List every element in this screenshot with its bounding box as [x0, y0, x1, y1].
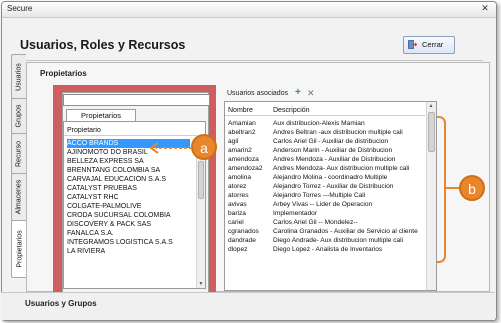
user-name: amendoza2 [228, 165, 263, 172]
user-description: Andres Mendoza- Aux distribucion multipl… [273, 165, 410, 172]
user-description: Implementador [273, 210, 317, 217]
header-divider [13, 60, 483, 61]
user-name: cgranados [228, 228, 259, 235]
scroll-thumb[interactable] [198, 161, 204, 199]
usuarios-asociados-title: Usuarios asociados [227, 90, 289, 97]
page-title: Usuarios, Roles y Recursos [20, 38, 186, 52]
window-close-icon[interactable]: ✕ [479, 3, 491, 14]
list-item[interactable]: CARVAJAL EDUCACIÓN S.A.S [67, 175, 190, 184]
add-user-icon[interactable]: + [295, 88, 301, 98]
window-title: Secure [7, 4, 33, 13]
user-name: amendoza [228, 156, 259, 163]
user-name: atorres [228, 192, 249, 199]
scroll-down-icon[interactable]: ▼ [198, 281, 204, 287]
close-button[interactable]: Cerrar [403, 36, 455, 54]
exit-door-icon [408, 40, 417, 49]
user-description: Carlos Ariel Gil -- Mondelez-- [273, 219, 358, 226]
usuarios-scrollbar[interactable]: ▲ [426, 102, 436, 290]
callout-connector [444, 187, 460, 189]
user-description: Diego Lopez - Analista de Inventarios [273, 246, 383, 253]
tab-almacenes[interactable]: Almacenes [11, 173, 26, 221]
user-description: Alejandro Torres ---Multiple Cali [273, 192, 366, 199]
user-name: abeltran2 [228, 129, 256, 136]
tab-usuarios[interactable]: Usuarios [11, 54, 26, 99]
list-item[interactable]: LA RIVIERA [67, 247, 190, 256]
list-item[interactable]: BRENNTANG COLOMBIA SA [67, 166, 190, 175]
list-item[interactable]: COLGATE-PALMOLIVE [67, 202, 190, 211]
user-name: dandrade [228, 237, 256, 244]
column-header-nombre: Nombre [228, 107, 253, 114]
tab-recurso[interactable]: Recurso [11, 133, 26, 174]
user-description: Andres Beltran -aux distribucion multipl… [273, 129, 403, 136]
user-description: Arbey Vivas -- Lider de Operacion [273, 201, 373, 208]
callout-bracket [437, 116, 446, 263]
title-bar: Secure ✕ [2, 2, 496, 18]
user-name: amarin2 [228, 147, 252, 154]
user-name: atorez [228, 183, 247, 190]
header-divider [225, 115, 425, 116]
usuarios-asociados-header: Usuarios asociados + ✕ [224, 88, 435, 99]
user-description: Aux distribucion-Alexis Mamian [273, 120, 365, 127]
remove-user-icon[interactable]: ✕ [307, 88, 315, 98]
section-title: Propietarios [40, 69, 87, 78]
scroll-thumb[interactable] [428, 112, 435, 152]
tab-grupos[interactable]: Grupos [11, 98, 26, 134]
list-item[interactable]: BELLEZA EXPRESS SA [67, 157, 190, 166]
propietario-search-input[interactable] [63, 94, 210, 106]
callout-b: b [459, 175, 485, 201]
user-description: Carlos Ariel Gil - Auxiliar de distribuc… [273, 138, 389, 145]
user-name: bariza [228, 210, 246, 217]
user-description: Anderson Marin - Auxiliar de Distribucio… [273, 147, 393, 154]
tab-propietarios[interactable]: Propietarios [11, 220, 27, 278]
bottom-bar: Usuarios y Grupos [1, 292, 495, 320]
user-name: dlopez [228, 246, 248, 253]
callout-a: a [191, 134, 217, 160]
list-item[interactable]: FANALCA S.A. [67, 229, 190, 238]
list-item[interactable]: CATALYST PRUEBAS [67, 184, 190, 193]
list-item[interactable]: INTEGRAMOS LOGISTICA S.A.S [67, 238, 190, 247]
bottom-section-label[interactable]: Usuarios y Grupos [25, 299, 97, 308]
user-description: Alejandro Molina - coordinadro Multiple [273, 174, 388, 181]
user-description: Diego Andrade- Aux distribucion multiple… [273, 237, 404, 244]
user-name: agil [228, 138, 239, 145]
usuarios-table[interactable]: Nombre Descripción Amamian Aux distribuci… [224, 101, 437, 291]
close-button-label: Cerrar [422, 40, 444, 49]
propietario-column-header: Propietario [67, 127, 101, 134]
user-description: Andres Mendoza - Auxiliar de Distribucio… [273, 156, 396, 163]
user-description: Alejandro Torrez - Auxiliar de Distribuc… [273, 183, 394, 190]
user-name: amolina [228, 174, 252, 181]
list-item[interactable]: CATALYST RHC [67, 193, 190, 202]
user-description: Carolina Granados - Auxiliar de Servicio… [273, 228, 418, 235]
vertical-tabs: Usuarios Grupos Recurso Almacenes Propie… [11, 54, 27, 290]
column-header-descripcion: Descripción [273, 107, 310, 114]
callout-arrow-icon [150, 142, 192, 154]
user-name: cariel [228, 219, 244, 226]
list-item[interactable]: DISCOVERY & PACK SAS [67, 220, 190, 229]
list-item[interactable]: CRODA SUCURSAL COLOMBIA [67, 211, 190, 220]
user-name: Amamian [228, 120, 256, 127]
user-name: avivas [228, 201, 247, 208]
header-divider [64, 135, 196, 136]
scroll-up-icon[interactable]: ▲ [428, 103, 434, 109]
